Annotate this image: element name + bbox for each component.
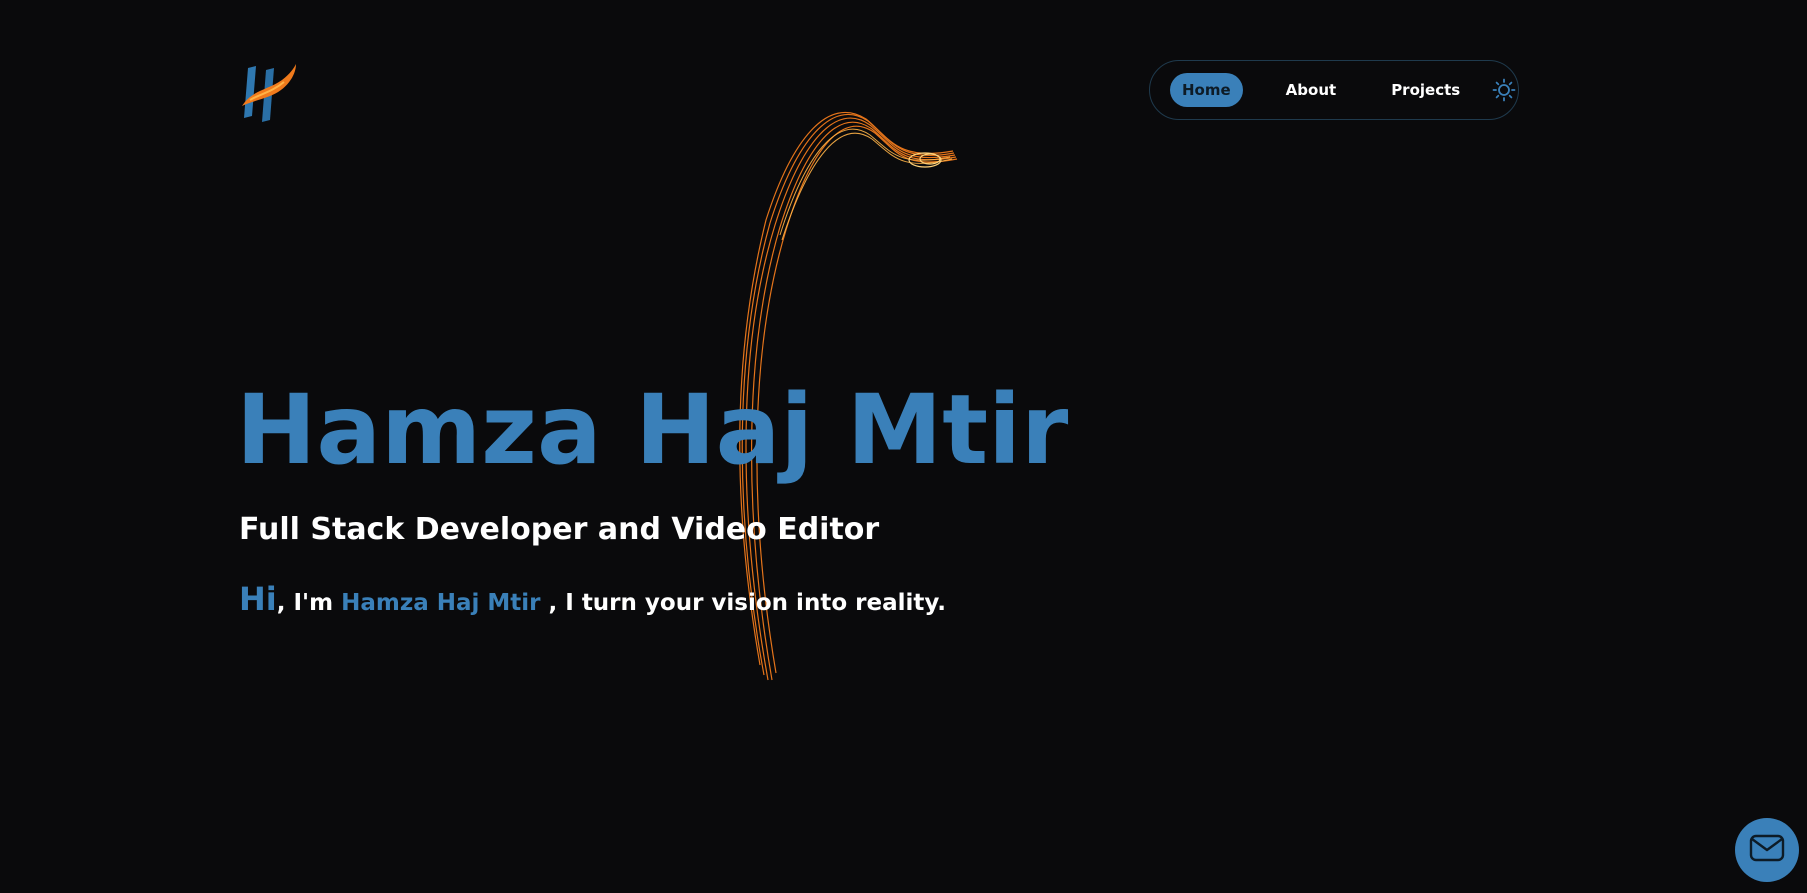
contact-button[interactable] — [1735, 818, 1799, 882]
intro-im: , I'm — [276, 590, 342, 616]
nav-about[interactable]: About — [1274, 73, 1349, 107]
mail-icon — [1749, 834, 1785, 866]
intro-name: Hamza Haj Mtir — [341, 590, 541, 616]
hero-subtitle: Full Stack Developer and Video Editor — [239, 512, 880, 547]
sun-icon[interactable] — [1492, 77, 1516, 103]
hf-logo-icon[interactable] — [238, 60, 298, 122]
nav-home[interactable]: Home — [1170, 73, 1243, 107]
hero-intro: Hi, I'm Hamza Haj Mtir , I turn your vis… — [239, 580, 946, 618]
intro-hi: Hi — [239, 580, 277, 618]
main-nav: Home About Projects — [1149, 60, 1519, 120]
intro-rest: , I turn your vision into reality. — [540, 590, 946, 616]
hero-title: Hamza Haj Mtir — [236, 374, 1069, 486]
page: Home About Projects Hamza Haj Mtir Full … — [0, 0, 1807, 893]
nav-projects[interactable]: Projects — [1379, 73, 1472, 107]
